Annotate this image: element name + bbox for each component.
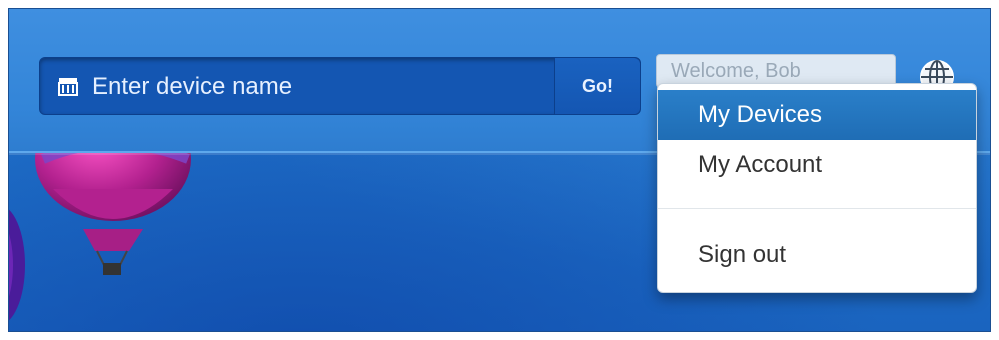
- balloon-edge-image: [9, 209, 25, 321]
- go-button[interactable]: Go!: [554, 58, 640, 114]
- account-dropdown-menu: My Devices My Account Sign out: [657, 83, 977, 293]
- menu-divider: [658, 208, 976, 209]
- device-search-bar: Go!: [39, 57, 641, 115]
- menu-item-my-devices[interactable]: My Devices: [658, 90, 976, 140]
- device-icon: [58, 78, 78, 96]
- menu-item-sign-out[interactable]: Sign out: [658, 230, 976, 280]
- welcome-label: Welcome, Bob: [671, 60, 801, 82]
- menu-item-my-account[interactable]: My Account: [658, 140, 976, 190]
- device-name-input[interactable]: [90, 68, 534, 106]
- app-window: Go! Welcome, Bob My Devices My Account S…: [8, 8, 991, 332]
